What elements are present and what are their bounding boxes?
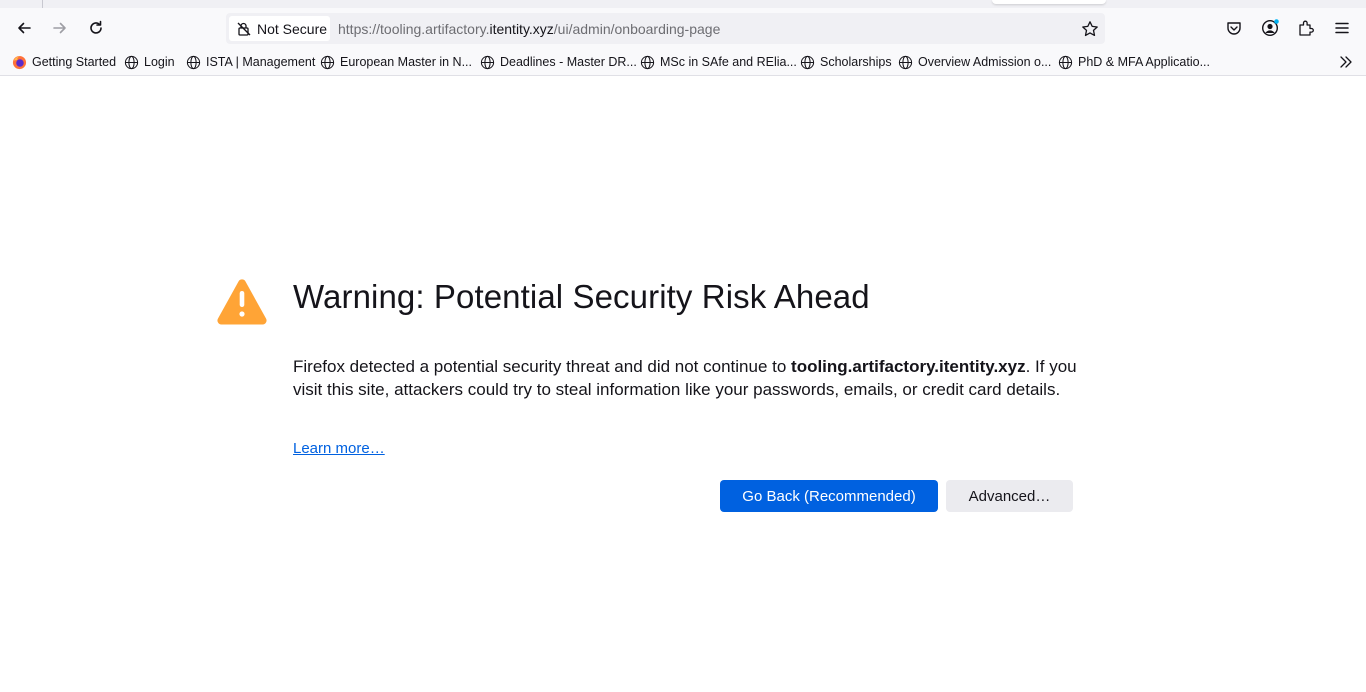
globe-icon <box>898 55 913 69</box>
bookmark-label: MSc in SAfe and RElia... <box>660 55 797 69</box>
chevron-double-right-icon[interactable] <box>1338 54 1354 70</box>
reload-icon <box>90 20 102 34</box>
bookmark-label: Scholarships <box>820 55 892 69</box>
site-identity-button[interactable]: Not Secure <box>229 16 330 41</box>
bookmark-label: Getting Started <box>32 55 117 69</box>
navigation-toolbar: Not Secure https://tooling.artifactory.i… <box>0 8 1366 48</box>
url-prefix: https://tooling.artifactory. <box>338 21 490 37</box>
bookmark-deadlines[interactable]: Deadlines - Master DR... <box>480 54 637 70</box>
security-label: Not Secure <box>257 20 328 37</box>
bookmark-overview-admission[interactable]: Overview Admission o... <box>898 54 1051 70</box>
globe-icon <box>640 55 655 69</box>
bookmark-label: Login <box>144 55 175 69</box>
globe-icon <box>800 55 815 69</box>
arrow-left-icon <box>18 22 31 34</box>
host-name: tooling.artifactory.itentity.xyz <box>791 357 1026 376</box>
account-icon[interactable] <box>1261 19 1279 37</box>
advanced-button[interactable]: Advanced… <box>946 480 1073 512</box>
pocket-icon[interactable] <box>1225 19 1243 37</box>
warning-icon <box>217 279 267 325</box>
back-button[interactable] <box>10 16 38 40</box>
bookmark-phd-mfa[interactable]: PhD & MFA Applicatio... <box>1058 54 1210 70</box>
url-suffix: /ui/admin/onboarding-page <box>553 21 721 37</box>
extensions-icon[interactable] <box>1297 19 1315 37</box>
bookmark-european-master[interactable]: European Master in N... <box>320 54 472 70</box>
page-title: Warning: Potential Security Risk Ahead <box>293 278 870 315</box>
go-back-button[interactable]: Go Back (Recommended) <box>720 480 938 512</box>
insecure-lock-icon <box>237 22 251 36</box>
bookmark-label: Overview Admission o... <box>918 55 1052 69</box>
active-tab-edge[interactable] <box>992 0 1106 4</box>
bookmark-label: PhD & MFA Applicatio... <box>1078 55 1211 69</box>
bookmark-ista-management[interactable]: ISTA | Management <box>186 54 315 70</box>
arrow-right-icon <box>53 22 66 34</box>
globe-icon <box>1058 55 1073 69</box>
url-bar[interactable]: Not Secure https://tooling.artifactory.i… <box>226 13 1105 44</box>
learn-more-link[interactable]: Learn more… <box>293 440 385 457</box>
description-text: Firefox detected a potential security th… <box>293 357 792 376</box>
globe-icon <box>320 55 335 69</box>
bookmark-scholarships[interactable]: Scholarships <box>800 54 892 70</box>
bookmark-label: ISTA | Management <box>206 55 316 69</box>
globe-icon <box>124 55 139 69</box>
firefox-icon <box>12 55 27 69</box>
globe-icon <box>186 55 201 69</box>
bookmarks-toolbar: Getting Started Login ISTA | Management … <box>0 48 1366 76</box>
menu-icon[interactable] <box>1333 19 1351 37</box>
bookmark-label: Deadlines - Master DR... <box>500 55 637 69</box>
bookmark-login[interactable]: Login <box>124 54 175 70</box>
bookmark-msc-safe[interactable]: MSc in SAfe and RElia... <box>640 54 797 70</box>
globe-icon <box>480 55 495 69</box>
tab-strip <box>0 0 1366 8</box>
url-text[interactable]: https://tooling.artifactory.itentity.xyz… <box>338 21 720 37</box>
tab-separator <box>42 0 43 8</box>
forward-button[interactable] <box>46 16 74 40</box>
bookmark-star-icon[interactable] <box>1081 20 1099 38</box>
bookmark-label: European Master in N... <box>340 55 473 69</box>
url-domain: itentity.xyz <box>489 21 554 37</box>
bookmark-getting-started[interactable]: Getting Started <box>12 54 116 70</box>
error-page: Warning: Potential Security Risk Ahead F… <box>0 77 1366 692</box>
reload-button[interactable] <box>82 16 110 40</box>
error-description: Firefox detected a potential security th… <box>293 356 1083 401</box>
